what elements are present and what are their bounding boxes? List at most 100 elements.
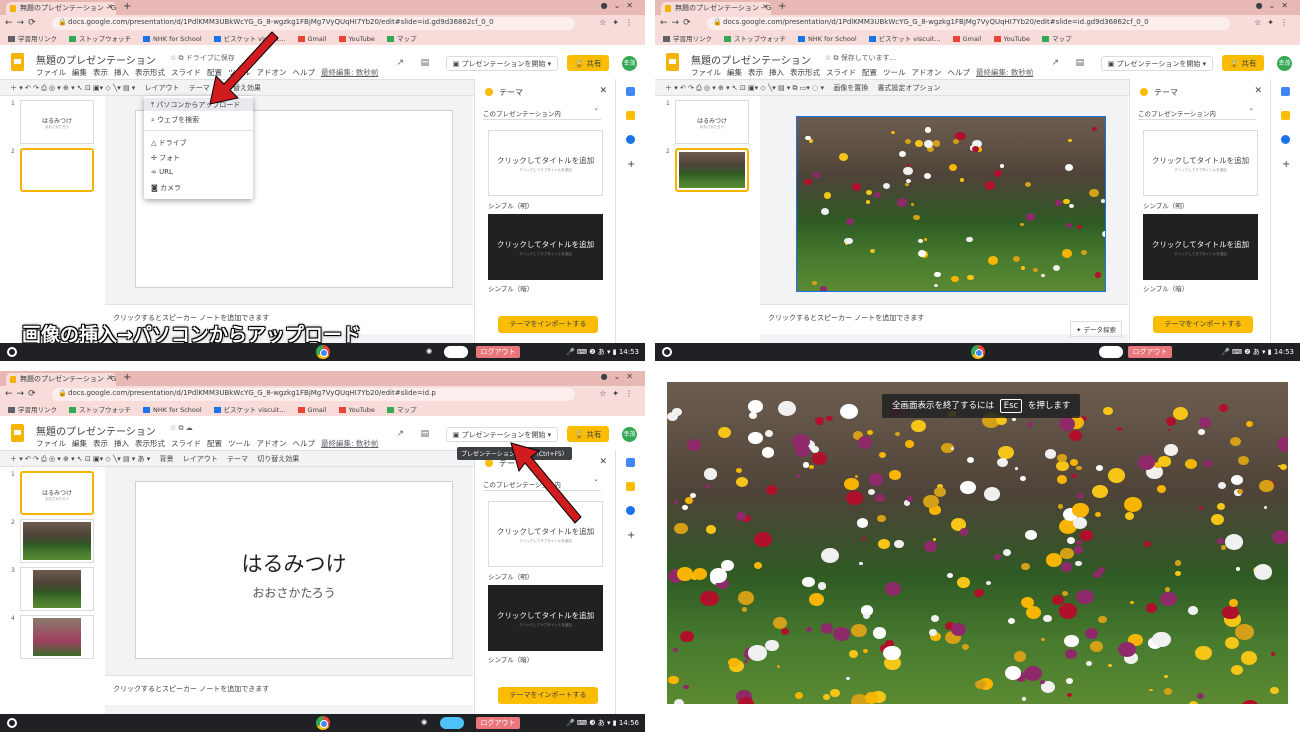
add-addon-icon[interactable]: + xyxy=(627,159,635,170)
add-addon-icon[interactable]: + xyxy=(1282,159,1290,170)
slide-thumb-1[interactable]: はるみつけ おおさかたろう xyxy=(20,471,94,515)
bookmark-item[interactable]: ビスケット viscuit... xyxy=(868,35,941,43)
menu-item[interactable]: ファイル xyxy=(36,68,66,77)
keep-icon[interactable] xyxy=(626,111,635,120)
bookmark-item[interactable]: ストップウォッチ xyxy=(69,35,131,43)
slide-thumb-2[interactable] xyxy=(20,148,94,192)
bookmark-item[interactable]: マップ xyxy=(386,35,416,43)
new-tab-icon[interactable]: + xyxy=(123,1,131,12)
theme-light-card[interactable]: クリックしてタイトルを追加 クリックしてサブタイトルを追加 xyxy=(488,130,603,196)
logout-button[interactable]: ログアウト xyxy=(476,717,520,729)
menu-item[interactable]: スライド xyxy=(171,439,201,448)
activity-icon[interactable]: ↗ xyxy=(397,429,405,439)
comment-icon[interactable]: ▤ xyxy=(1076,58,1085,68)
slide-title[interactable]: はるみつけ xyxy=(136,548,452,578)
bookmark-item[interactable]: 学習用リンク xyxy=(663,35,712,43)
menu-item[interactable]: スライド xyxy=(171,68,201,77)
toolbar-basic-icons[interactable]: ＋ ▾ ↶ ↷ ⎙ ◎ ▾ ⊕ ▾ ↖ ⊡ ▣▾ ◇ ╲▾ ▤ ▾ あ ▾ xyxy=(10,455,150,463)
activity-icon[interactable]: ↗ xyxy=(397,58,405,68)
import-theme-button[interactable]: テーマをインポートする xyxy=(498,687,598,704)
import-theme-button[interactable]: テーマをインポートする xyxy=(1153,316,1253,333)
title-slide[interactable]: はるみつけ おおさかたろう xyxy=(135,481,453,659)
record-icon[interactable]: ◉ xyxy=(426,347,432,355)
slide-thumb-1[interactable]: はるみつけ おおさかたろう xyxy=(20,100,94,144)
document-title[interactable]: 無題のプレゼンテーション xyxy=(36,423,156,438)
window-controls[interactable]: ●⌄✕ xyxy=(1256,1,1294,10)
menu-search-web[interactable]: ⌕ ウェブを検索 xyxy=(151,115,199,125)
launcher-icon[interactable] xyxy=(7,718,17,728)
add-addon-icon[interactable]: + xyxy=(627,530,635,541)
menu-item[interactable]: 編集 xyxy=(72,439,87,448)
app-icon[interactable] xyxy=(444,346,468,358)
bookmark-item[interactable]: マップ xyxy=(386,406,416,414)
menu-item[interactable]: 表示 xyxy=(93,439,108,448)
toolbar-layout[interactable]: レイアウト xyxy=(145,84,180,92)
document-title[interactable]: 無題のプレゼンテーション xyxy=(691,52,811,67)
logout-button[interactable]: ログアウト xyxy=(476,346,520,358)
toolbar-format-options[interactable]: 書式設定オプション xyxy=(877,84,940,92)
bookmark-item[interactable]: Gmail xyxy=(297,35,327,43)
chrome-icon[interactable] xyxy=(970,345,985,359)
menu-item[interactable]: スライド xyxy=(826,68,856,77)
bookmark-item[interactable]: NHK for School xyxy=(798,35,857,43)
bookmark-item[interactable]: YouTube xyxy=(338,35,375,43)
record-icon[interactable]: ◉ xyxy=(421,718,427,726)
chrome-icon[interactable] xyxy=(315,716,330,730)
bookmark-item[interactable]: 学習用リンク xyxy=(8,406,57,414)
status-tray[interactable]: 🎤 ⌨ ❸ あ ▾ ▮ 14:56 xyxy=(566,718,639,728)
bookmark-item[interactable]: NHK for School xyxy=(143,35,202,43)
extension-icons[interactable]: ☆✦⋮ xyxy=(599,18,639,27)
document-title[interactable]: 無題のプレゼンテーション xyxy=(36,52,156,67)
menu-item[interactable]: 表示形式 xyxy=(790,68,820,77)
menu-camera[interactable]: ◙ カメラ xyxy=(151,183,181,193)
close-theme-icon[interactable]: ✕ xyxy=(1254,86,1262,96)
theme-dark-card[interactable]: クリックしてタイトルを追加 クリックしてサブタイトルを追加 xyxy=(488,585,603,651)
bookmark-item[interactable]: YouTube xyxy=(338,406,375,414)
import-theme-button[interactable]: テーマをインポートする xyxy=(498,316,598,333)
calendar-icon[interactable] xyxy=(626,87,635,96)
bookmark-item[interactable]: ストップウォッチ xyxy=(724,35,786,43)
tasks-icon[interactable] xyxy=(1281,135,1290,144)
close-tab-icon[interactable]: ✕ xyxy=(107,374,113,382)
window-controls[interactable]: ●⌄✕ xyxy=(601,1,639,10)
avatar[interactable]: 幸茂 xyxy=(1277,55,1292,71)
bookmark-item[interactable]: マップ xyxy=(1041,35,1071,43)
slides-logo-icon[interactable] xyxy=(11,424,24,442)
browser-tab[interactable]: 無題のプレゼンテーション - G ✕ xyxy=(6,2,116,15)
last-edit-link[interactable]: 最終編集: 数秒前 xyxy=(321,439,378,448)
share-button[interactable]: 🔒 共有 xyxy=(566,55,610,71)
menu-item[interactable]: 配置 xyxy=(862,68,877,77)
fullscreen-presentation[interactable]: 全画面表示を終了するには Esc を押します xyxy=(667,382,1288,704)
toolbar-transition[interactable]: 切り替え効果 xyxy=(257,455,299,463)
theme-select[interactable]: このプレゼンテーション内 xyxy=(483,104,601,120)
calendar-icon[interactable] xyxy=(626,458,635,467)
menu-url[interactable]: ∞ URL xyxy=(151,168,173,176)
chrome-icon[interactable] xyxy=(315,345,330,359)
menu-item[interactable]: 配置 xyxy=(207,439,222,448)
menu-item[interactable]: 挿入 xyxy=(769,68,784,77)
menu-item[interactable]: ヘルプ xyxy=(293,68,316,77)
nav-buttons[interactable]: ←→⟳ xyxy=(660,18,695,28)
bookmark-item[interactable]: Gmail xyxy=(952,35,982,43)
slide-with-image[interactable] xyxy=(796,116,1106,292)
close-tab-icon[interactable]: ✕ xyxy=(762,3,768,11)
url-field[interactable]: 🔒 docs.google.com/presentation/d/1PdlKMM3… xyxy=(52,388,575,401)
present-button[interactable]: ▣ プレゼンテーションを開始 ▾ xyxy=(445,55,559,71)
menu-item[interactable]: ツール xyxy=(883,68,906,77)
toolbar-theme[interactable]: テーマ xyxy=(227,455,248,463)
menu-item[interactable]: 表示 xyxy=(93,68,108,77)
toolbar-layout[interactable]: レイアウト xyxy=(183,455,218,463)
new-tab-icon[interactable]: + xyxy=(123,372,131,383)
calendar-icon[interactable] xyxy=(1281,87,1290,96)
bookmark-item[interactable]: ストップウォッチ xyxy=(69,406,131,414)
theme-dark-card[interactable]: クリックしてタイトルを追加 クリックしてサブタイトルを追加 xyxy=(488,214,603,280)
slide-subtitle[interactable]: おおさかたろう xyxy=(136,584,452,601)
tasks-icon[interactable] xyxy=(626,506,635,515)
close-theme-icon[interactable]: ✕ xyxy=(599,457,607,467)
theme-dark-card[interactable]: クリックしてタイトルを追加 クリックしてサブタイトルを追加 xyxy=(1143,214,1258,280)
slide-thumb-2[interactable] xyxy=(675,148,749,192)
slides-logo-icon[interactable] xyxy=(11,53,24,71)
menu-item[interactable]: ファイル xyxy=(691,68,721,77)
menu-drive[interactable]: △ ドライブ xyxy=(151,138,187,148)
last-edit-link[interactable]: 最終編集: 数秒前 xyxy=(321,68,378,77)
